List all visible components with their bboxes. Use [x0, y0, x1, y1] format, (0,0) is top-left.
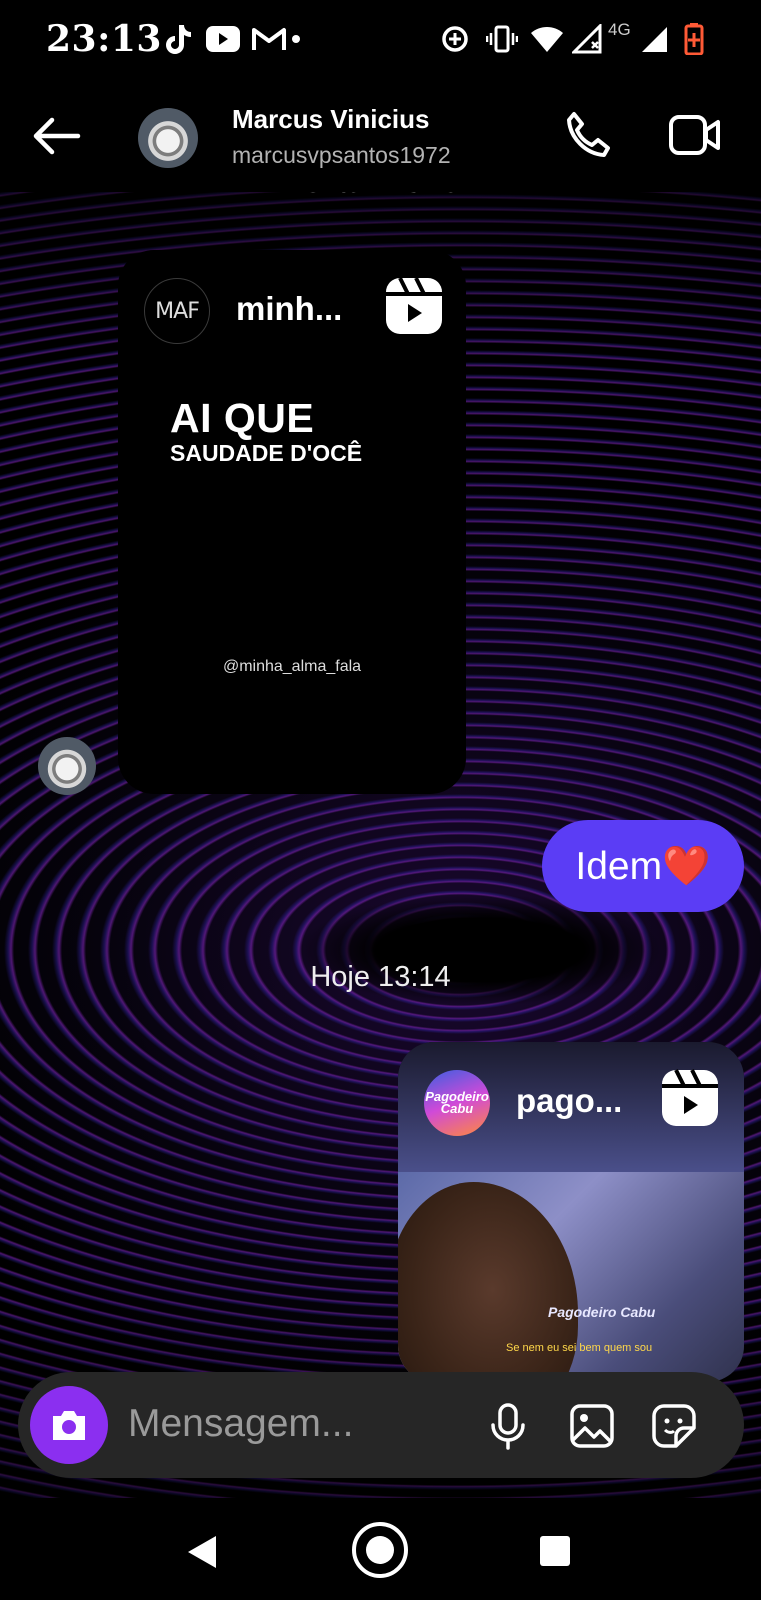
- reel-text-line-1: AI QUE: [170, 395, 315, 441]
- video-call-icon[interactable]: [668, 112, 722, 158]
- reels-icon: [384, 276, 444, 336]
- message-composer: Mensagem...: [18, 1372, 744, 1478]
- status-bar: 23:13 4G: [0, 0, 761, 80]
- camera-icon: [53, 1411, 85, 1440]
- back-arrow-icon[interactable]: [30, 116, 82, 156]
- contact-name[interactable]: Marcus Vinicius: [232, 104, 430, 135]
- chat-header: Marcus Vinicius marcusvpsantos1972: [0, 80, 761, 192]
- shared-reel-card-2[interactable]: Pagodeiro Cabu pago... Pagodeiro Cabu Se…: [398, 1042, 744, 1382]
- network-type: 4G: [608, 20, 631, 39]
- sender-avatar[interactable]: [38, 737, 96, 795]
- home-nav-icon[interactable]: [350, 1520, 410, 1585]
- reel-handle: @minha_alma_fala: [222, 658, 362, 675]
- battery-low-icon: [684, 22, 704, 56]
- signal-x-icon: [572, 22, 604, 56]
- reel-watermark: Pagodeiro Cabu: [548, 1304, 656, 1320]
- back-nav-icon[interactable]: [186, 1534, 220, 1575]
- reel-account-name: minh...: [236, 290, 343, 327]
- youtube-icon: [206, 22, 240, 56]
- dot-icon: [291, 22, 301, 56]
- tiktok-icon: [164, 22, 192, 56]
- reel-account-avatar-2: Pagodeiro Cabu: [424, 1070, 490, 1136]
- gmail-icon: [252, 22, 286, 56]
- camera-button[interactable]: [30, 1386, 108, 1464]
- status-time: 23:13: [46, 18, 162, 60]
- reel-account-name-2: pago...: [516, 1082, 623, 1119]
- microphone-icon[interactable]: [484, 1402, 532, 1450]
- gallery-icon[interactable]: [568, 1402, 616, 1450]
- vibrate-icon: [486, 22, 518, 56]
- reel-text-line-2: SAUDADE D'OCÊ: [170, 440, 363, 466]
- recents-nav-icon[interactable]: [538, 1534, 572, 1573]
- message-input[interactable]: Mensagem...: [128, 1402, 353, 1446]
- navigation-bar: [0, 1498, 761, 1600]
- reels-icon: [660, 1068, 720, 1128]
- phone-icon[interactable]: [562, 110, 612, 160]
- reel-account-avatar: MAF: [144, 278, 210, 344]
- reel-caption: Se nem eu sei bem quem sou: [506, 1342, 653, 1354]
- data-saver-icon: [440, 22, 470, 56]
- shared-reel-card[interactable]: MAF minh... AI QUE SAUDADE D'OCÊ @minha_…: [118, 250, 466, 794]
- signal-icon: [640, 22, 668, 56]
- timestamp-today: Hoje 13:14: [310, 961, 451, 993]
- sticker-icon[interactable]: [650, 1402, 698, 1450]
- wifi-icon: [530, 22, 564, 56]
- contact-username[interactable]: marcusvpsantos1972: [232, 142, 451, 169]
- avatar[interactable]: [138, 108, 198, 168]
- sent-message-bubble[interactable]: Idem❤️: [542, 820, 744, 912]
